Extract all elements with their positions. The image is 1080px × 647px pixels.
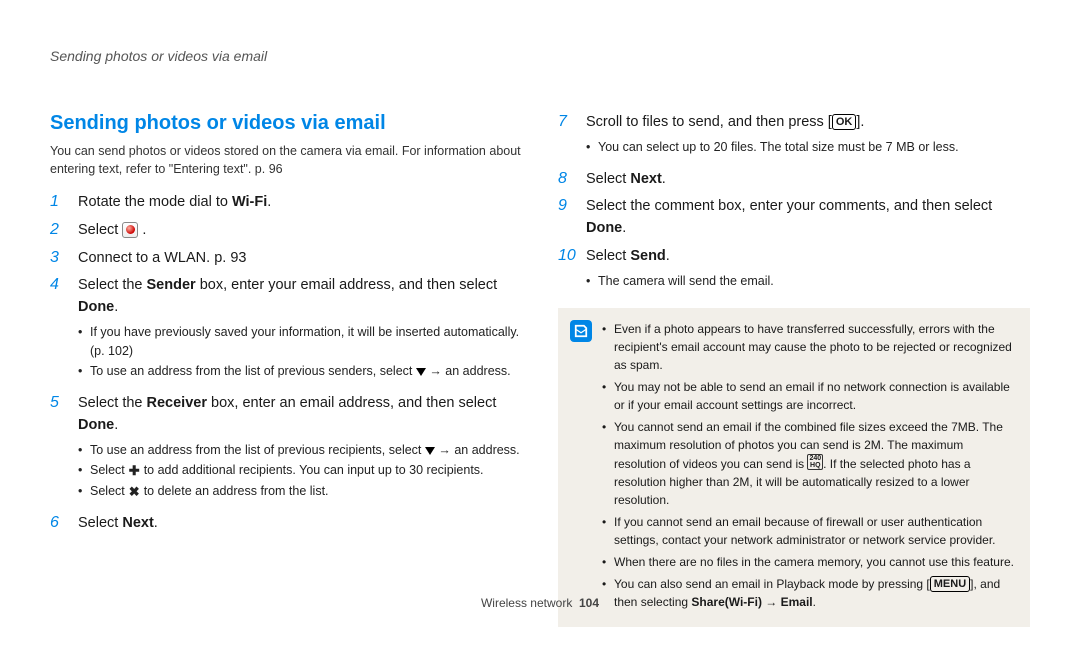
right-column: 7 Scroll to files to send, and then pres… xyxy=(558,112,1030,627)
note-item: When there are no files in the camera me… xyxy=(602,553,1014,571)
step-number: 8 xyxy=(558,170,576,188)
sub-bullet: The camera will send the email. xyxy=(586,272,1030,291)
step-7: 7 Scroll to files to send, and then pres… xyxy=(558,112,1030,163)
sub-bullet: Select ✚ to add additional recipients. Y… xyxy=(78,461,522,480)
down-triangle-icon xyxy=(425,447,435,455)
step-number: 10 xyxy=(558,247,576,265)
step-number: 5 xyxy=(50,394,68,412)
section-title: Sending photos or videos via email xyxy=(50,112,522,135)
resolution-icon: 240HQ xyxy=(807,454,823,470)
step-10: 10 Select Send. The camera will send the… xyxy=(558,246,1030,297)
sub-bullet: To use an address from the list of previ… xyxy=(78,362,522,381)
sub-bullet: Select ✖ to delete an address from the l… xyxy=(78,482,522,501)
note-item: You may not be able to send an email if … xyxy=(602,378,1014,414)
step-number: 4 xyxy=(50,276,68,294)
note-item: You cannot send an email if the combined… xyxy=(602,418,1014,509)
step-number: 3 xyxy=(50,249,68,267)
step-text: Connect to a WLAN. p. 93 xyxy=(78,248,522,270)
step-text: Rotate the mode dial to xyxy=(78,194,232,210)
note-box: Even if a photo appears to have transfer… xyxy=(558,308,1030,627)
down-triangle-icon xyxy=(416,368,426,376)
menu-button-icon: MENU xyxy=(930,576,970,592)
intro-text: You can send photos or videos stored on … xyxy=(50,143,522,178)
step-1: 1 Rotate the mode dial to Wi-Fi. xyxy=(50,192,522,214)
step-2: 2 Select . xyxy=(50,220,522,242)
plus-icon: ✚ xyxy=(128,465,140,477)
page-number: 104 xyxy=(579,596,599,610)
page-footer: Wireless network 104 xyxy=(0,596,1080,610)
ok-button-icon: OK xyxy=(832,114,857,130)
page-header: Sending photos or videos via email xyxy=(50,48,1030,64)
step-text: Select xyxy=(78,222,122,238)
step-5: 5 Select the Receiver box, enter an emai… xyxy=(50,393,522,507)
step-4: 4 Select the Sender box, enter your emai… xyxy=(50,275,522,387)
x-icon: ✖ xyxy=(128,486,140,498)
step-6: 6 Select Next. xyxy=(50,513,522,535)
email-icon xyxy=(122,222,138,238)
left-column: Sending photos or videos via email You c… xyxy=(50,112,522,627)
note-item: Even if a photo appears to have transfer… xyxy=(602,320,1014,374)
wifi-label: Wi-Fi xyxy=(232,194,267,210)
step-number: 6 xyxy=(50,514,68,532)
step-9: 9 Select the comment box, enter your com… xyxy=(558,196,1030,240)
step-number: 7 xyxy=(558,113,576,131)
step-number: 9 xyxy=(558,197,576,215)
sub-bullet: To use an address from the list of previ… xyxy=(78,441,522,460)
step-number: 1 xyxy=(50,193,68,211)
sub-bullet: If you have previously saved your inform… xyxy=(78,323,522,361)
step-3: 3 Connect to a WLAN. p. 93 xyxy=(50,248,522,270)
footer-section: Wireless network xyxy=(481,596,572,610)
step-number: 2 xyxy=(50,221,68,239)
step-8: 8 Select Next. xyxy=(558,169,1030,191)
note-icon xyxy=(570,320,592,342)
note-item: If you cannot send an email because of f… xyxy=(602,513,1014,549)
sub-bullet: You can select up to 20 files. The total… xyxy=(586,138,1030,157)
